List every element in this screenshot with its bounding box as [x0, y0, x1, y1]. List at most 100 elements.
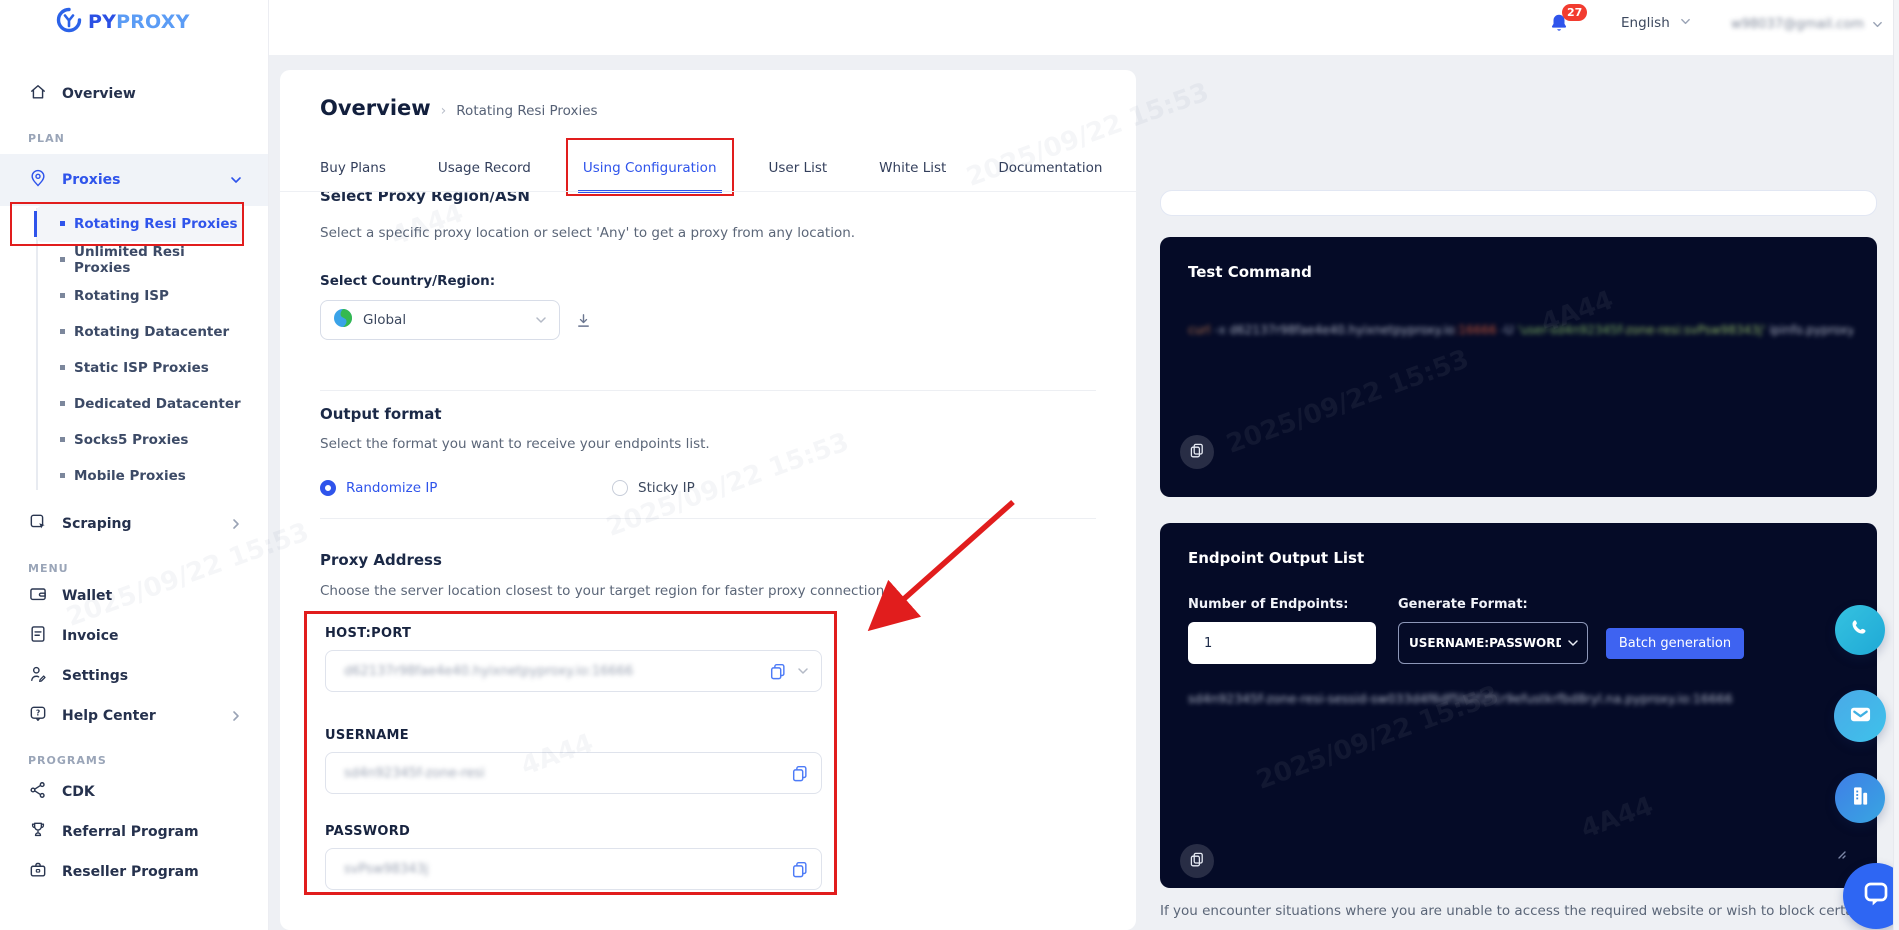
command-segment: 'user-sd4n92345f	[1517, 323, 1622, 337]
password-value: svPsw98343j	[344, 861, 429, 877]
copy-icon[interactable]	[791, 764, 809, 782]
radio-randomize-ip[interactable]: Randomize IP	[320, 480, 612, 496]
generate-format-label: Generate Format:	[1398, 597, 1528, 612]
generate-format-select[interactable]: USERNAME:PASSWORD:	[1398, 622, 1588, 664]
sidebar-subitem-label: Rotating ISP	[74, 288, 169, 304]
generate-format-value: USERNAME:PASSWORD:	[1409, 636, 1561, 650]
language-label: English	[1621, 15, 1670, 31]
live-chat-button[interactable]	[1843, 863, 1899, 929]
sidebar-subitem-label: Rotating Datacenter	[74, 324, 230, 340]
breadcrumb: Overview › Rotating Resi Proxies	[280, 70, 1136, 120]
sidebar-subitem[interactable]: Static ISP Proxies	[36, 350, 244, 386]
command-segment: -x	[1210, 323, 1230, 337]
email-button[interactable]	[1834, 690, 1886, 742]
chevron-right-icon	[230, 515, 242, 534]
tab[interactable]: Documentation	[998, 160, 1102, 176]
sidebar-item-settings[interactable]: Settings	[0, 656, 268, 696]
sidebar-item-label: CDK	[62, 784, 95, 800]
copy-command-button[interactable]	[1180, 435, 1214, 469]
account-menu[interactable]: w98037@gmail.com	[1731, 15, 1883, 34]
username-field[interactable]: sd4n92345f-zone-resi	[325, 752, 822, 794]
breadcrumb-root[interactable]: Overview	[320, 96, 431, 120]
invoice-icon	[28, 624, 48, 648]
copy-endpoints-button[interactable]	[1180, 844, 1214, 878]
chevron-down-icon[interactable]	[797, 662, 809, 681]
previous-section-card-bottom	[1160, 190, 1877, 216]
sidebar-subitem[interactable]: Rotating ISP	[36, 278, 244, 314]
tab[interactable]: White List	[879, 160, 946, 176]
host-port-field[interactable]: d62137r98fae4e40.hyixnetpyproxy.io:16666	[325, 650, 822, 692]
sidebar-item-label: Help Center	[62, 708, 156, 724]
sidebar-item-overview[interactable]: Overview	[0, 74, 268, 114]
resize-handle[interactable]	[1833, 845, 1847, 864]
sidebar-subitem[interactable]: Rotating Datacenter	[36, 314, 244, 350]
sidebar-subitem[interactable]: Dedicated Datacenter	[36, 386, 244, 422]
sidebar-item-cdk[interactable]: CDK	[0, 772, 268, 812]
sidebar-item-referral-program[interactable]: Referral Program	[0, 812, 268, 852]
briefcase-icon	[28, 860, 48, 884]
password-label: PASSWORD	[325, 824, 411, 839]
sidebar-subitem[interactable]: Rotating Resi Proxies	[10, 202, 244, 246]
top-header: 27 English w98037@gmail.com	[269, 0, 1899, 55]
tab[interactable]: Buy Plans	[320, 160, 386, 176]
language-selector[interactable]: English	[1621, 15, 1691, 31]
whatsapp-button[interactable]	[1835, 605, 1885, 655]
download-button[interactable]	[576, 313, 591, 340]
tab[interactable]: Using Configuration	[565, 138, 734, 196]
sidebar-item-label: Invoice	[62, 628, 119, 644]
sidebar-item-label: Wallet	[62, 588, 113, 604]
num-endpoints-input[interactable]: 1	[1188, 622, 1376, 664]
command-segment: -U	[1496, 323, 1518, 337]
chevron-right-icon	[230, 707, 242, 726]
batch-generation-button[interactable]: Batch generation	[1606, 628, 1744, 659]
svg-text:?: ?	[36, 708, 40, 717]
company-button[interactable]	[1835, 773, 1885, 823]
radio-label: Randomize IP	[346, 480, 438, 496]
sidebar-item-wallet[interactable]: Wallet	[0, 576, 268, 616]
notifications-button[interactable]: 27	[1548, 4, 1588, 41]
copy-icon[interactable]	[769, 662, 787, 680]
sidebar: PYPROXY Overview PLAN Proxies Rotating R…	[0, 0, 269, 930]
bullet-icon	[60, 365, 65, 370]
chevron-down-icon	[535, 311, 547, 330]
radio-selected-icon	[320, 480, 336, 496]
country-select[interactable]: Global	[320, 300, 560, 340]
test-command-text: curl -x d62137r98fae4e40.hyixnetpyproxy.…	[1188, 323, 1853, 337]
chevron-down-icon	[1680, 15, 1691, 31]
sidebar-subitem-label: Rotating Resi Proxies	[74, 216, 238, 232]
tab[interactable]: Usage Record	[438, 160, 531, 176]
breadcrumb-separator: ›	[440, 103, 447, 119]
sidebar-section-plan: PLAN	[28, 132, 65, 145]
tab[interactable]: User List	[769, 160, 828, 176]
sidebar-item-label: Proxies	[62, 172, 121, 188]
location-pin-icon	[28, 168, 48, 192]
bullet-icon	[60, 221, 65, 226]
sidebar-item-proxies[interactable]: Proxies	[0, 154, 268, 206]
radio-sticky-ip[interactable]: Sticky IP	[612, 480, 695, 496]
pyproxy-logo-icon	[56, 7, 82, 37]
command-segment: d62137r98fae4e40.hyixnetpyproxy.io	[1229, 323, 1455, 337]
country-select-value: Global	[363, 312, 407, 328]
footer-note-text: If you encounter situations where you ar…	[1160, 903, 1877, 919]
sidebar-item-invoice[interactable]: Invoice	[0, 616, 268, 656]
pyproxy-logo: PYPROXY	[56, 7, 268, 37]
sidebar-subitem[interactable]: Socks5 Proxies	[36, 422, 244, 458]
copy-icon	[1189, 442, 1205, 462]
copy-icon[interactable]	[791, 860, 809, 878]
sidebar-item-label: Scraping	[62, 516, 132, 532]
output-format-desc: Select the format you want to receive yo…	[320, 436, 710, 452]
chevron-down-icon	[230, 171, 242, 190]
home-icon	[28, 82, 48, 106]
scraping-icon	[28, 512, 48, 536]
sidebar-item-help-center[interactable]: ? Help Center	[0, 696, 268, 736]
password-field[interactable]: svPsw98343j	[325, 848, 822, 890]
main-panel: Overview › Rotating Resi Proxies Buy Pla…	[280, 70, 1136, 930]
sidebar-item-reseller-program[interactable]: Reseller Program	[0, 852, 268, 892]
sidebar-item-scraping[interactable]: Scraping	[0, 504, 268, 544]
sidebar-subitem[interactable]: Unlimited Resi Proxies	[36, 242, 244, 278]
host-port-label: HOST:PORT	[325, 626, 412, 641]
whatsapp-icon	[1847, 615, 1873, 645]
bullet-icon	[60, 437, 65, 442]
scrollbar-track[interactable]	[1893, 0, 1899, 930]
sidebar-subitem[interactable]: Mobile Proxies	[36, 458, 244, 494]
